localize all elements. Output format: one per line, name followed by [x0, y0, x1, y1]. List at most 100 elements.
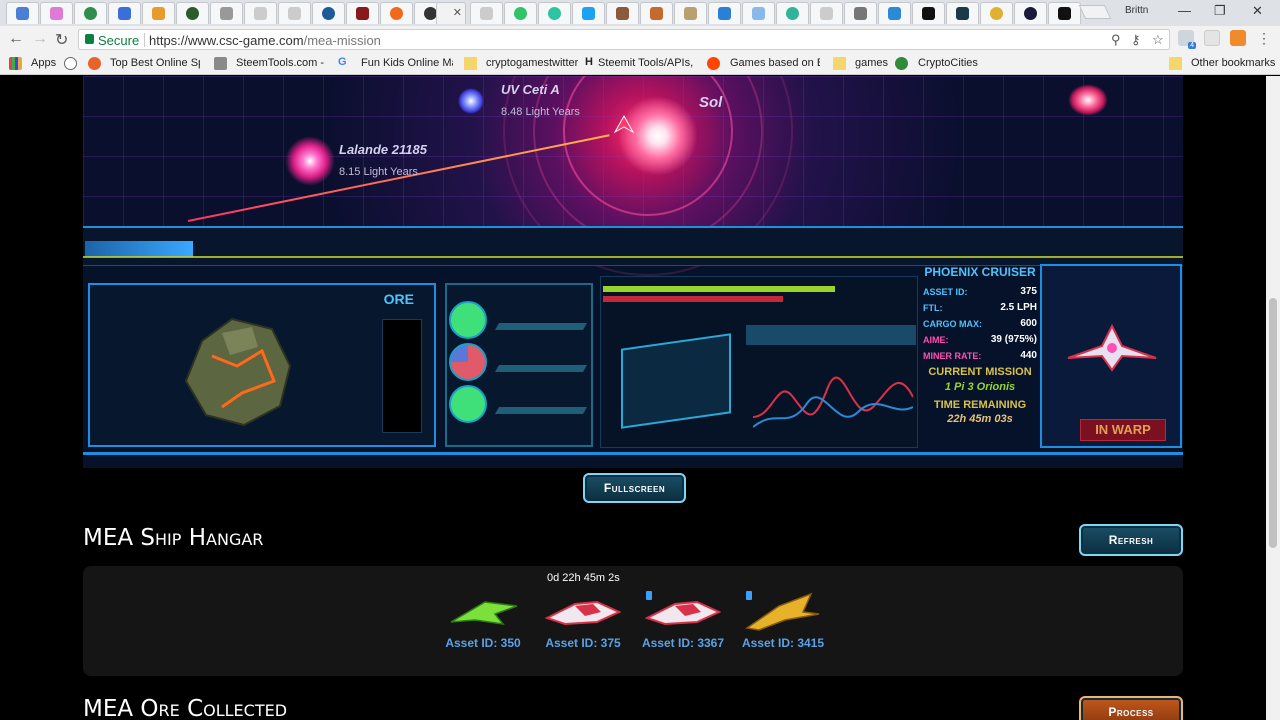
- zoom-icon[interactable]: ⚲: [1111, 32, 1121, 48]
- hangar-ship[interactable]: Asset ID: 375: [533, 584, 633, 674]
- fullscreen-button[interactable]: Fullscreen: [583, 473, 686, 503]
- browser-tab[interactable]: [776, 2, 809, 24]
- browser-tab[interactable]: [912, 2, 945, 24]
- star-uv-ceti-icon[interactable]: [458, 88, 484, 114]
- apps-icon[interactable]: [9, 57, 22, 70]
- browser-tab[interactable]: [312, 2, 345, 24]
- extension-icon[interactable]: [1204, 30, 1220, 46]
- bookmark-favicon: [895, 57, 908, 70]
- browser-tab[interactable]: [606, 2, 639, 24]
- browser-tab[interactable]: [538, 2, 571, 24]
- bookmark-item[interactable]: CryptoCities: [918, 57, 978, 69]
- page-scrollbar[interactable]: [1266, 76, 1280, 720]
- shield-status-icon: [449, 301, 487, 339]
- browser-tab[interactable]: [640, 2, 673, 24]
- key-icon[interactable]: ⚷: [1131, 32, 1141, 48]
- hud-bottom-line: [83, 452, 1183, 455]
- minimize-icon[interactable]: —: [1178, 3, 1191, 18]
- reddit-icon: [707, 57, 720, 70]
- browser-tab[interactable]: [74, 2, 107, 24]
- stat-value: 2.5 LPH: [1000, 302, 1037, 313]
- stat-label: ASSET ID:: [923, 287, 968, 297]
- metamask-icon[interactable]: [1230, 30, 1246, 46]
- bookmark-folder[interactable]: cryptogamestwitter: [486, 57, 578, 69]
- browser-tab[interactable]: [108, 2, 141, 24]
- stat-value: 600: [1020, 318, 1037, 329]
- close-window-icon[interactable]: ✕: [1252, 3, 1263, 19]
- browser-tab[interactable]: [380, 2, 413, 24]
- menu-icon[interactable]: ⋮: [1257, 30, 1271, 47]
- browser-tab[interactable]: [1048, 2, 1081, 24]
- process-button[interactable]: Process: [1079, 696, 1183, 720]
- close-tab-icon[interactable]: ✕: [453, 6, 462, 19]
- star-sol-icon[interactable]: [618, 96, 698, 176]
- browser-tab[interactable]: [878, 2, 911, 24]
- ship-badge-icon: [646, 591, 652, 600]
- secure-label: Secure: [98, 33, 140, 48]
- back-icon[interactable]: ←: [8, 30, 24, 48]
- bookmark-item[interactable]: Steemit Tools/APIs, S: [598, 57, 694, 69]
- browser-tab[interactable]: [210, 2, 243, 24]
- star-icon[interactable]: [1068, 84, 1108, 116]
- browser-tab[interactable]: [742, 2, 775, 24]
- scrollbar-thumb[interactable]: [1269, 298, 1277, 548]
- browser-tab[interactable]: [470, 2, 503, 24]
- hangar-ship[interactable]: Asset ID: 350: [433, 584, 533, 674]
- browser-tab[interactable]: [278, 2, 311, 24]
- bookmark-apps[interactable]: Apps: [31, 57, 56, 69]
- game-canvas[interactable]: UV Ceti A 8.48 Light Years Lalande 21185…: [83, 76, 1183, 468]
- warp-progress-track: [83, 226, 1183, 266]
- star-lalande-icon[interactable]: [285, 136, 335, 186]
- browser-tab[interactable]: [810, 2, 843, 24]
- refresh-button[interactable]: Refresh: [1079, 524, 1183, 556]
- browser-tab[interactable]: [980, 2, 1013, 24]
- browser-tab[interactable]: [674, 2, 707, 24]
- browser-tab[interactable]: [708, 2, 741, 24]
- ore-panel: ORE: [88, 283, 436, 447]
- browser-tab[interactable]: [844, 2, 877, 24]
- browser-tab[interactable]: [176, 2, 209, 24]
- ship-icon: [645, 600, 721, 626]
- bookmark-item[interactable]: SteemTools.com - Ar: [236, 57, 326, 69]
- bookmark-folder[interactable]: games: [855, 57, 888, 69]
- browser-tab[interactable]: [40, 2, 73, 24]
- bookmark-favicon: [214, 57, 227, 70]
- stat-value: 375: [1020, 286, 1037, 297]
- stat-row: ASSET ID: 375: [923, 284, 1037, 300]
- browser-tab[interactable]: [946, 2, 979, 24]
- stat-value: 440: [1020, 350, 1037, 361]
- stat-row: FTL: 2.5 LPH: [923, 300, 1037, 316]
- extension-icon[interactable]: 4: [1178, 30, 1196, 49]
- browser-tab-active[interactable]: ✕: [436, 2, 466, 24]
- browser-tab[interactable]: [346, 2, 379, 24]
- browser-tab[interactable]: [142, 2, 175, 24]
- ore-title: ORE: [383, 291, 414, 307]
- reload-icon[interactable]: ↻: [55, 30, 68, 50]
- bookmark-star-icon[interactable]: ☆: [1152, 32, 1164, 48]
- new-tab-button[interactable]: [1078, 5, 1112, 19]
- extension-badge: 4: [1188, 42, 1196, 49]
- browser-tab[interactable]: [6, 2, 39, 24]
- bookmark-item[interactable]: Fun Kids Online Mat: [361, 57, 453, 69]
- bookmark-item[interactable]: Top Best Online Spo: [110, 57, 200, 69]
- url-field[interactable]: Secure https://www.csc-game.com/mea-miss…: [78, 29, 1170, 50]
- restore-icon[interactable]: ❐: [1214, 3, 1226, 19]
- browser-tab[interactable]: [1014, 2, 1047, 24]
- history-icon[interactable]: [64, 57, 77, 70]
- ore-gauge: [382, 319, 422, 433]
- current-mission-label: CURRENT MISSION: [928, 366, 1032, 378]
- browser-tab[interactable]: [504, 2, 537, 24]
- ore-rock-icon: [184, 317, 292, 427]
- bookmark-item[interactable]: Games based on Blo: [730, 57, 820, 69]
- ship-icon: [450, 601, 518, 626]
- forward-icon[interactable]: →: [32, 30, 48, 48]
- google-icon: G: [338, 56, 347, 68]
- ship-icon: [745, 592, 820, 631]
- url-path: /mea-mission: [303, 33, 381, 48]
- browser-tab[interactable]: [244, 2, 277, 24]
- browser-tab[interactable]: [572, 2, 605, 24]
- tab-strip: ✕ Brittn — ❐ ✕: [0, 0, 1280, 26]
- user-name[interactable]: Brittn: [1125, 5, 1148, 16]
- bookmark-other[interactable]: Other bookmarks: [1191, 57, 1275, 69]
- url-text[interactable]: https://www.csc-game.com/mea-mission: [149, 33, 381, 48]
